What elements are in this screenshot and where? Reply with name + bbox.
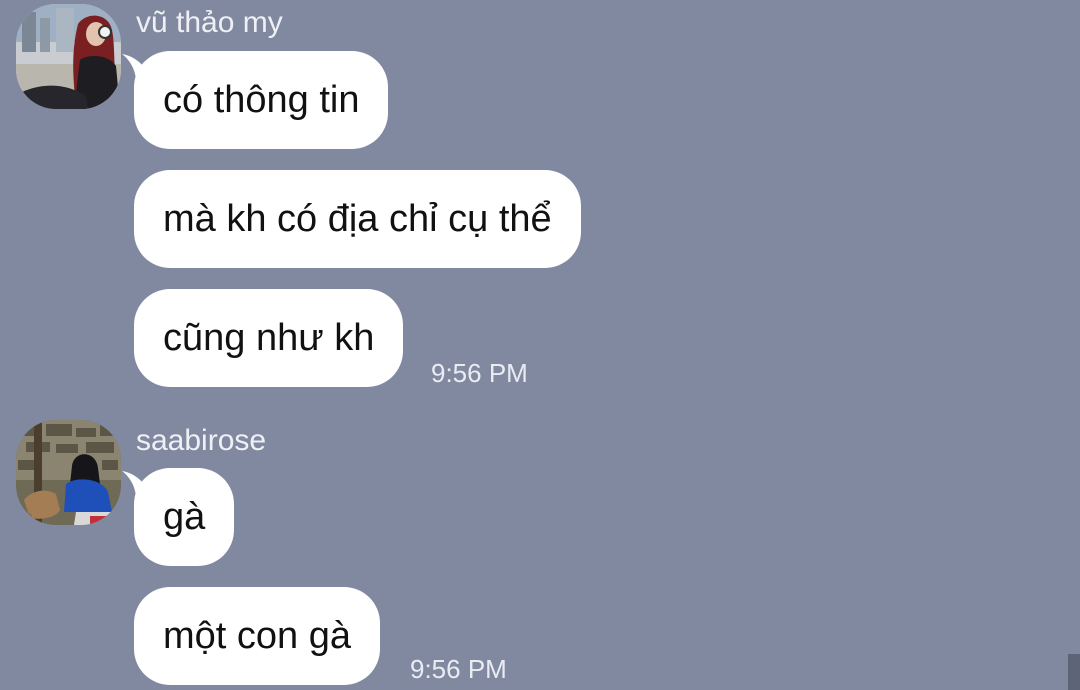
avatar-vu-thao-my[interactable]: [16, 4, 121, 109]
message-bubble[interactable]: một con gà: [134, 587, 380, 685]
avatar-saabirose[interactable]: [16, 420, 121, 525]
message-bubble[interactable]: cũng như kh: [134, 289, 404, 387]
profile-photo-girl-with-red-hair: [16, 4, 121, 109]
message-bubble[interactable]: có thông tin: [134, 51, 389, 149]
sender-name: vũ thảo my: [136, 6, 283, 39]
message-bubble[interactable]: gà: [134, 468, 235, 566]
message-timestamp: 9:56 PM: [410, 654, 507, 684]
message-bubble[interactable]: mà kh có địa chỉ cụ thể: [134, 170, 581, 268]
profile-photo-girl-with-deer: [16, 420, 121, 525]
sender-name: saabirose: [136, 424, 267, 457]
scrollbar-thumb[interactable]: [1068, 654, 1080, 690]
message-timestamp: 9:56 PM: [431, 358, 528, 388]
